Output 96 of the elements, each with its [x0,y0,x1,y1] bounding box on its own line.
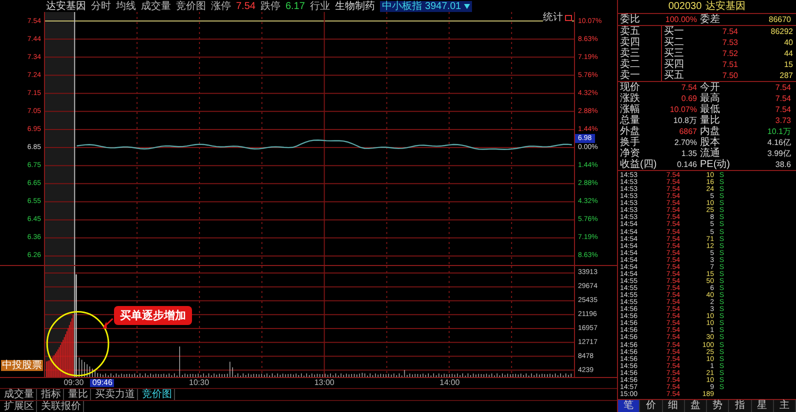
extra-tab[interactable]: 扩展区 [2,401,37,412]
window-icon [565,14,572,20]
bid-price: 7.54 [721,28,739,36]
panel-tab[interactable]: 势 [707,400,730,412]
quote-label: 今开 [700,82,721,92]
indicator-tab[interactable]: 量比 [66,389,91,400]
quote-label: 最高 [700,94,721,104]
quote-label: 现价 [620,82,641,92]
quote-value: 10.8万 [672,116,698,124]
quote-label: 委比 [620,14,641,24]
panel-tab[interactable]: 主 [774,400,796,412]
down-triangle-icon [464,4,470,8]
quote-value: 10.1万 [766,128,792,136]
time-tick: 10:30 [188,379,210,387]
bid-volume: 40 [783,38,794,46]
quote-label: 量比 [700,116,721,126]
quote-label: 最低 [700,104,721,114]
quote-label: 涨幅 [620,104,641,114]
chart-tab[interactable]: 均线 [116,0,136,12]
panel-tab[interactable]: 细 [662,400,685,412]
quote-value: 4.16亿 [766,138,792,146]
ask-label: 卖四 [620,38,641,48]
time-tick: 13:00 [313,379,336,387]
quote-label: 换手 [620,138,641,148]
time-tick: 14:00 [438,379,461,387]
extra-tab[interactable]: 关联报价 [39,401,84,412]
ask-label: 卖三 [620,48,641,58]
bid-price: 7.51 [721,60,739,68]
bid-volume: 287 [778,72,794,80]
quote-value: 7.54 [774,94,792,102]
ask-label: 卖一 [620,70,641,80]
quote-value: 100.00% [664,16,698,24]
stat-label: 跌停 [260,0,280,12]
bid-volume: 15 [783,60,794,68]
index-quote: 中小板指 3947.01 [380,0,472,12]
panel-tab[interactable]: 盘 [684,400,707,412]
quote-label: PE(动) [700,160,731,170]
quote-label: 总量 [620,116,641,126]
bid-label: 买二 [664,38,685,48]
quote-value: 38.6 [774,160,792,168]
quote-label: 涨跌 [620,94,641,104]
quote-label: 外盘 [620,126,641,136]
panel-tab[interactable]: 星 [752,400,774,412]
quote-label: 收益(四) [620,160,658,170]
quote-value: 6867 [678,128,698,136]
callout-arrow [102,318,114,328]
quote-value: 7.54 [680,84,698,92]
quote-value: 10.07% [668,106,698,114]
panel-tab[interactable]: 价 [640,400,662,412]
panel-tab[interactable]: 指 [729,400,752,412]
indicator-tab[interactable]: 买卖力道 [93,389,138,400]
cursor-time: 09:46 [90,379,114,387]
ask-label: 卖二 [620,60,641,70]
bid-price: 7.53 [721,38,739,46]
quote-label: 委差 [700,14,721,24]
indicator-tab[interactable]: 竞价图 [140,389,175,400]
bid-label: 买四 [664,60,685,70]
quote-value: 3.73 [774,116,792,124]
chart-tab[interactable]: 成交量 [141,0,171,12]
stock-code: 002030 [668,2,702,12]
panel-tab[interactable]: 笔 [618,400,640,412]
quote-value: 0.69 [680,94,698,102]
stock-name: 达安基因 [46,0,86,12]
quote-value: 1.35 [680,150,698,158]
indicator-tab[interactable]: 指标 [39,389,64,400]
indicator-tab[interactable]: 成交量 [2,389,37,400]
bid-label: 买三 [664,48,685,58]
highlight-ellipse [46,311,110,376]
quote-value: 7.54 [774,84,792,92]
quote-value: 7.54 [774,106,792,114]
callout-label: 买单逐步增加 [114,306,192,325]
chart-tab[interactable]: 分时 [91,0,111,12]
stock-name: 达安基因 [706,2,746,12]
stat-label: 涨停 [211,0,231,12]
quote-label: 净资 [620,148,641,158]
bid-price: 7.52 [721,50,739,58]
quote-value: 0.146 [676,160,698,168]
bid-volume: 44 [783,50,794,58]
ask-label: 卖五 [620,26,641,36]
quote-value: 2.70% [673,138,698,146]
bid-label: 买一 [664,26,685,36]
time-tick: 09:30 [62,379,85,387]
stat-value: 生物制药 [334,0,375,12]
bid-price: 7.50 [721,72,739,80]
stat-value: 6.17 [285,0,305,12]
quote-label: 内盘 [700,126,721,136]
stat-label: 行业 [310,0,330,12]
bid-label: 买五 [664,70,685,80]
bid-volume: 86292 [770,28,794,36]
quote-label: 流通 [700,148,721,158]
chart-tab[interactable]: 竞价图 [176,0,206,12]
quote-value: 86670 [768,16,792,24]
quote-label: 股本 [700,138,721,148]
quote-value: 3.99亿 [766,150,792,158]
auction-tag[interactable]: 中投股票 [1,360,43,371]
stat-value: 7.54 [236,0,256,12]
